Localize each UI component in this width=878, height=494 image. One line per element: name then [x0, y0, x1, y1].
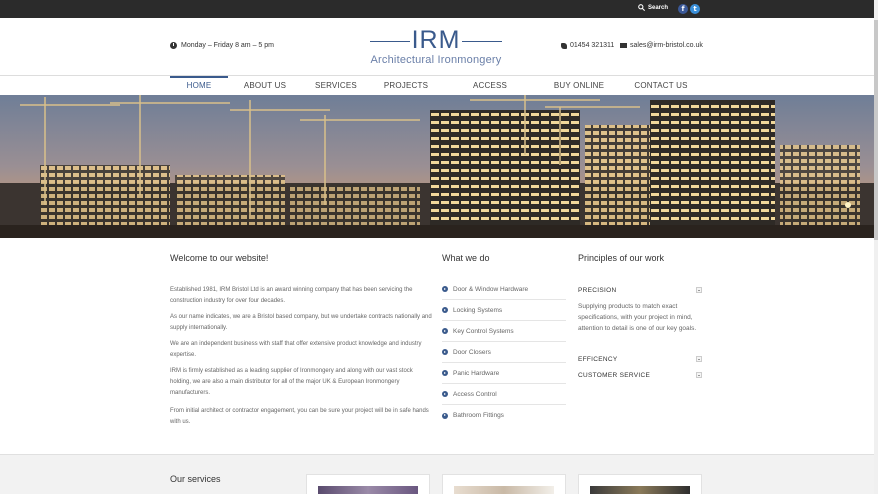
- service-card[interactable]: [306, 474, 430, 494]
- services-section: Our services: [0, 454, 878, 494]
- welcome-paragraph-5: From initial architect or contractor eng…: [170, 408, 429, 425]
- arrow-icon: [442, 328, 448, 334]
- service-link-label: Locking Systems: [453, 306, 503, 314]
- welcome-paragraph-2: As our name indicates, we are a Bristol …: [170, 314, 432, 331]
- service-link-label: Bathroom Fittings: [453, 412, 504, 419]
- hero-banner: [0, 95, 878, 238]
- service-link[interactable]: Door & Window Hardware: [442, 279, 566, 300]
- arrow-icon: [442, 349, 448, 355]
- page-scrollbar[interactable]: [874, 0, 878, 494]
- clock-icon: [170, 42, 177, 49]
- opening-hours: Monday – Friday 8 am – 5 pm: [170, 42, 274, 49]
- arrow-icon: [442, 286, 448, 292]
- accordion-precision-body: Supplying products to match exact specif…: [578, 303, 697, 332]
- phone-icon: [561, 42, 567, 49]
- service-link[interactable]: Bathroom Fittings: [442, 405, 566, 426]
- twitter-icon[interactable]: t: [690, 4, 700, 14]
- phone-number: 01454 321311: [570, 42, 615, 49]
- accordion-customer-service[interactable]: CUSTOMER SERVICE: [578, 372, 702, 379]
- service-link[interactable]: Locking Systems: [442, 300, 566, 321]
- services-title: Our services: [170, 474, 221, 484]
- expand-icon[interactable]: [696, 372, 702, 378]
- search-icon: [638, 4, 645, 11]
- site-header: Monday – Friday 8 am – 5 pm IRM Architec…: [0, 18, 878, 76]
- service-card[interactable]: [578, 474, 702, 494]
- arrow-icon: [442, 307, 448, 313]
- hero-construction-image: [0, 95, 878, 238]
- arrow-icon: [442, 391, 448, 397]
- service-link-label: Key Control Systems: [453, 327, 514, 335]
- welcome-paragraph-3: We are an independent business with staf…: [170, 341, 422, 358]
- expand-icon[interactable]: [696, 356, 702, 362]
- welcome-paragraph-4: IRM is firmly established as a leading s…: [170, 368, 413, 396]
- nav-contact-us[interactable]: CONTACT US: [630, 76, 692, 95]
- envelope-icon: [620, 43, 627, 48]
- logo-subtitle: Architectural Ironmongery: [370, 54, 502, 66]
- opening-hours-text: Monday – Friday 8 am – 5 pm: [181, 42, 274, 49]
- service-link-label: Door Closers: [453, 348, 491, 356]
- site-logo[interactable]: IRM Architectural Ironmongery: [368, 26, 504, 66]
- service-card[interactable]: [442, 474, 566, 494]
- service-link[interactable]: Access Control: [442, 384, 566, 405]
- welcome-title: Welcome to our website!: [170, 253, 269, 263]
- arrow-icon: [442, 370, 448, 376]
- nav-about-us[interactable]: ABOUT US: [240, 76, 290, 95]
- nav-projects[interactable]: PROJECTS: [382, 76, 430, 95]
- service-link-label: Access Control: [453, 390, 497, 398]
- what-we-do-title: What we do: [442, 253, 490, 263]
- accordion-efficency[interactable]: EFFICENCY: [578, 356, 702, 363]
- accordion-label: CUSTOMER SERVICE: [578, 372, 651, 379]
- phone-contact[interactable]: 01454 321311: [561, 42, 614, 49]
- top-bar: Search f t: [0, 0, 878, 18]
- service-link-label: Door & Window Hardware: [453, 285, 529, 293]
- nav-buy-online[interactable]: BUY ONLINE: [550, 76, 608, 95]
- email-contact[interactable]: sales@irm-bristol.co.uk: [620, 42, 703, 49]
- service-link-label: Panic Hardware: [453, 369, 500, 377]
- facebook-icon[interactable]: f: [678, 4, 688, 14]
- nav-access-control[interactable]: ACCESS CONTROL: [452, 76, 528, 109]
- principles-title: Principles of our work: [578, 253, 665, 263]
- service-card-image: [454, 486, 554, 494]
- service-card-image: [318, 486, 418, 494]
- nav-services[interactable]: SERVICES: [312, 76, 360, 95]
- logo-mark: IRM: [368, 26, 504, 54]
- nav-home[interactable]: HOME: [170, 76, 228, 95]
- accordion-label: EFFICENCY: [578, 356, 618, 363]
- service-link[interactable]: Key Control Systems: [442, 321, 566, 342]
- collapse-icon[interactable]: [696, 287, 702, 293]
- main-nav: HOME ABOUT US SERVICES PROJECTS ACCESS C…: [0, 75, 878, 109]
- search-button[interactable]: Search: [638, 4, 668, 11]
- accordion-precision[interactable]: PRECISION: [578, 287, 702, 294]
- service-card-image: [590, 486, 690, 494]
- arrow-icon: [442, 412, 448, 419]
- accordion-label: PRECISION: [578, 287, 617, 294]
- search-label: Search: [648, 4, 669, 11]
- service-link[interactable]: Panic Hardware: [442, 363, 566, 384]
- scrollbar-thumb[interactable]: [874, 20, 878, 240]
- email-address: sales@irm-bristol.co.uk: [630, 42, 703, 49]
- welcome-paragraph-1: Established 1981, IRM Bristol Ltd is an …: [170, 287, 413, 304]
- service-link[interactable]: Door Closers: [442, 342, 566, 363]
